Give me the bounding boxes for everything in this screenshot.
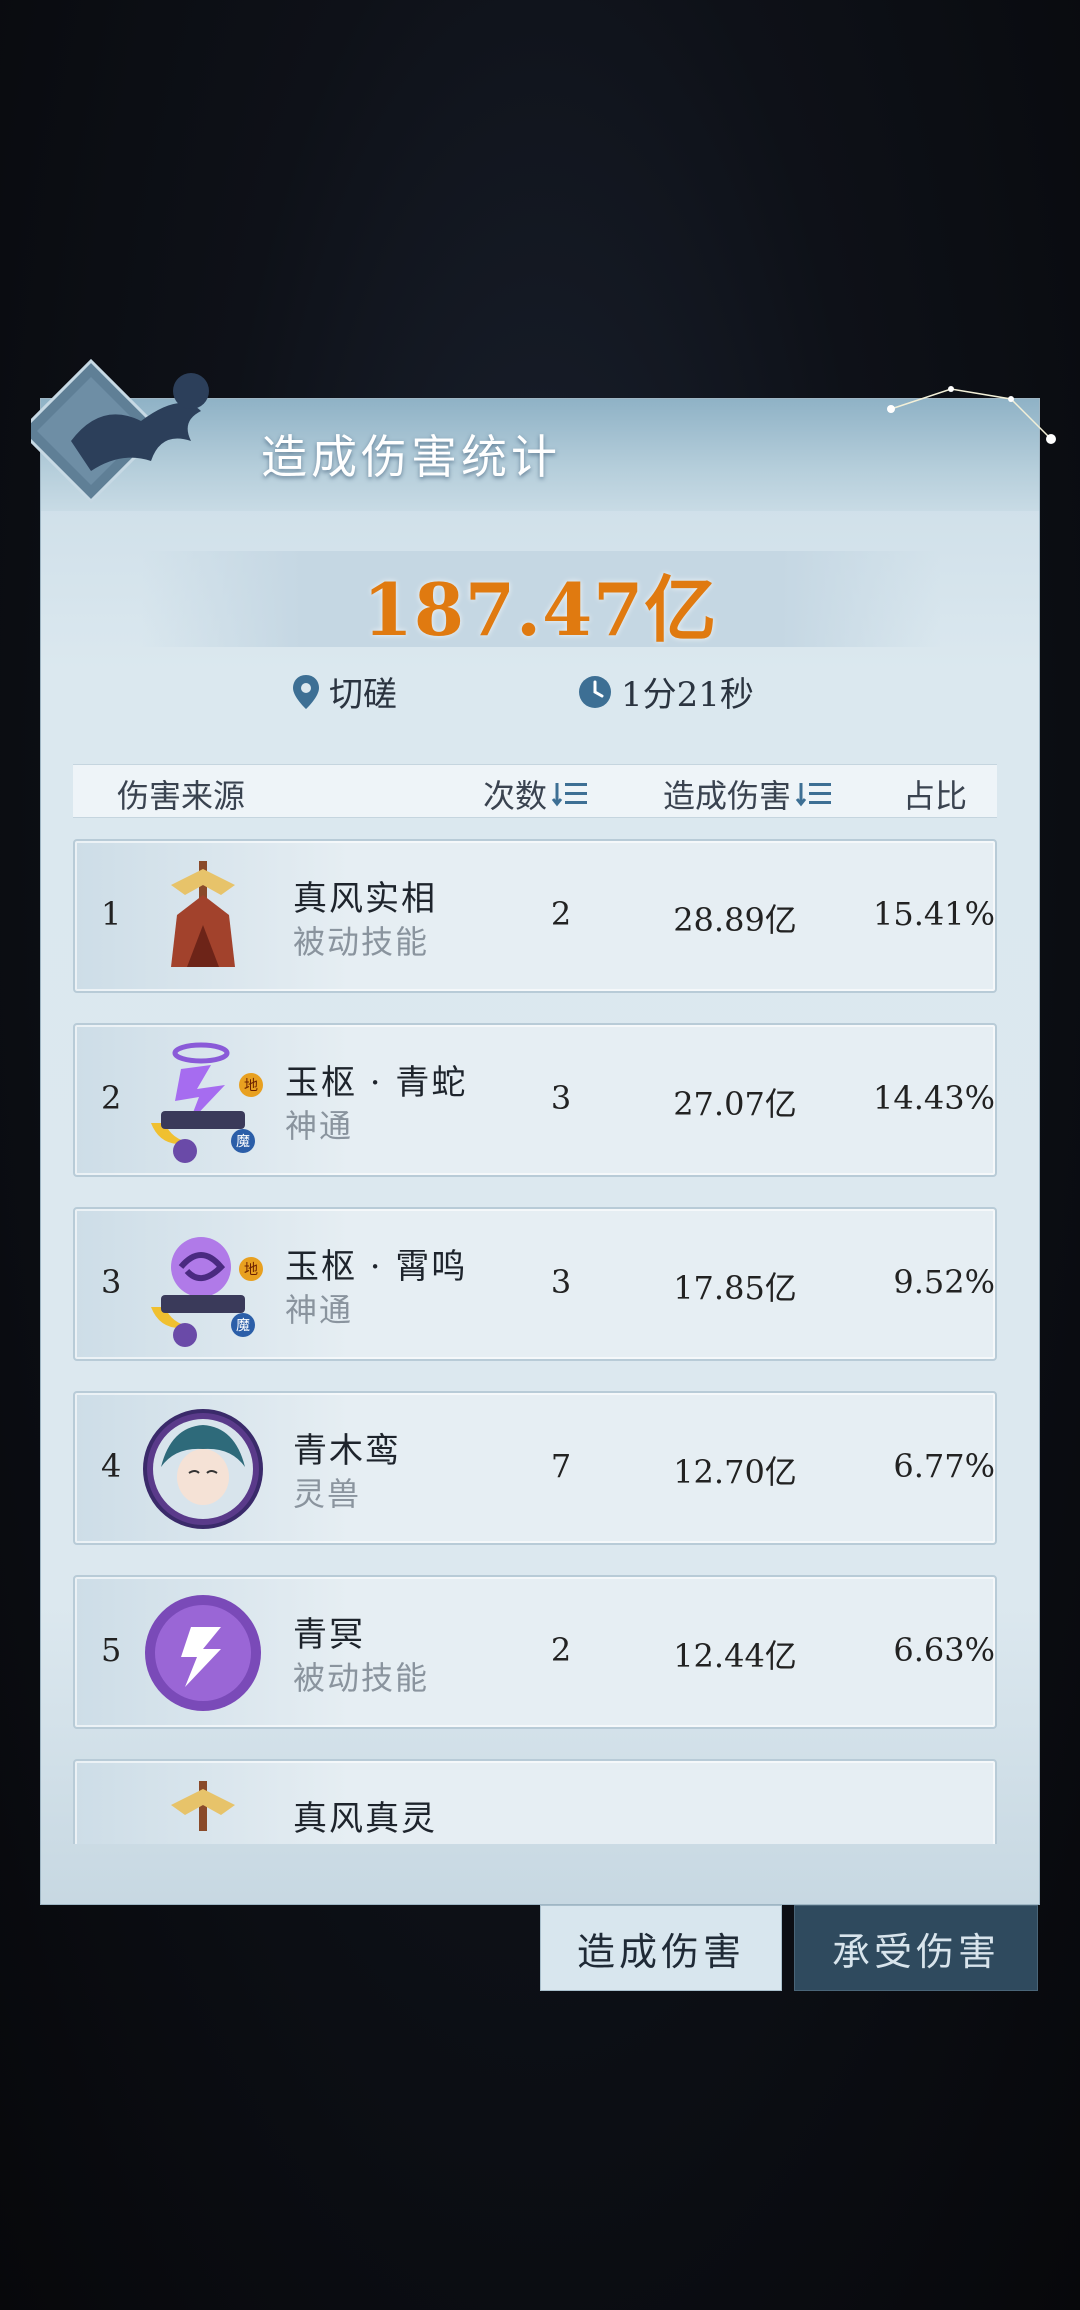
tab-damage-taken[interactable]: 承受伤害 bbox=[794, 1905, 1038, 1991]
row-damage: 27.07亿 bbox=[673, 1085, 797, 1123]
row-name: 青木鸾 bbox=[293, 1431, 401, 1471]
header-ratio: 占比 bbox=[903, 777, 968, 815]
damage-stats-panel: 造成伤害统计 187.47亿 切磋 1分21秒 伤害来源 次数 造成伤害 占比 … bbox=[31, 358, 1056, 1905]
row-type: 被动技能 bbox=[293, 1659, 430, 1697]
table-header: 伤害来源 次数 造成伤害 占比 bbox=[73, 764, 997, 818]
row-damage: 12.70亿 bbox=[673, 1453, 797, 1491]
row-rank: 1 bbox=[101, 895, 122, 933]
sort-icon bbox=[551, 783, 588, 807]
header-damage[interactable]: 造成伤害 bbox=[663, 771, 835, 817]
spirit-beast-avatar-icon bbox=[143, 1409, 263, 1529]
row-ratio: 14.43% bbox=[872, 1079, 995, 1117]
row-damage: 28.89亿 bbox=[673, 901, 797, 939]
row-name: 真风实相 bbox=[293, 879, 437, 919]
row-type: 被动技能 bbox=[293, 923, 430, 961]
panel-title: 造成伤害统计 bbox=[261, 430, 561, 484]
total-damage-value: 187.47亿 bbox=[362, 567, 718, 652]
purple-lightning-orb-icon bbox=[145, 1595, 261, 1711]
row-rank: 5 bbox=[101, 1631, 122, 1669]
header-damage-label: 造成伤害 bbox=[663, 777, 792, 815]
row-count: 7 bbox=[550, 1447, 572, 1485]
beast-emblem-icon bbox=[31, 358, 209, 504]
row-damage: 17.85亿 bbox=[673, 1269, 797, 1307]
row-name: 玉枢 · 青蛇 bbox=[285, 1063, 468, 1103]
wind-sword-icon bbox=[171, 1781, 235, 1831]
demon-badge: 魔 bbox=[236, 1318, 250, 1334]
sort-icon bbox=[795, 783, 832, 807]
constellation-icon bbox=[887, 386, 1056, 444]
duration-text: 1分21秒 bbox=[621, 675, 754, 715]
location-text: 切磋 bbox=[329, 675, 397, 715]
header-source: 伤害来源 bbox=[117, 777, 246, 815]
row-ratio: 9.52% bbox=[893, 1263, 995, 1301]
row-ratio: 15.41% bbox=[872, 895, 995, 933]
row-name: 青冥 bbox=[293, 1615, 365, 1655]
tab-damage-dealt[interactable]: 造成伤害 bbox=[540, 1905, 782, 1991]
table-row[interactable]: 1 真风实相 被动技能 2 28.89亿 15.41% bbox=[73, 839, 997, 993]
row-damage: 12.44亿 bbox=[673, 1637, 797, 1675]
clock-icon bbox=[579, 675, 611, 708]
row-type: 神通 bbox=[285, 1291, 354, 1329]
demon-badge: 魔 bbox=[236, 1134, 250, 1150]
duration-info: 1分21秒 bbox=[577, 667, 754, 716]
row-rank: 3 bbox=[101, 1263, 122, 1301]
table-row[interactable]: 3 地 魔 玉枢 · 霄鸣 神通 3 17.85亿 9.52% bbox=[73, 1207, 997, 1361]
location-info: 切磋 bbox=[291, 667, 397, 716]
location-pin-icon bbox=[293, 674, 319, 709]
table-row[interactable]: 2 地 魔 玉枢 · 青蛇 神通 3 27.07亿 14.43% bbox=[73, 1023, 997, 1177]
row-type: 神通 bbox=[285, 1107, 354, 1145]
row-ratio: 6.63% bbox=[893, 1631, 995, 1669]
purple-lightning-artifact-icon: 地 魔 bbox=[151, 1042, 263, 1163]
wind-sword-icon bbox=[171, 861, 235, 967]
row-rank: 4 bbox=[101, 1447, 122, 1485]
table-row[interactable]: 真风真灵 bbox=[73, 1759, 997, 1844]
header-count[interactable]: 次数 bbox=[483, 771, 591, 817]
row-ratio: 6.77% bbox=[893, 1447, 995, 1485]
row-type: 灵兽 bbox=[293, 1475, 362, 1513]
table-row[interactable]: 4 青木鸾 灵兽 7 12.70亿 6.77% bbox=[73, 1391, 997, 1545]
purple-vortex-artifact-icon: 地 魔 bbox=[151, 1237, 263, 1347]
row-count: 3 bbox=[550, 1079, 572, 1117]
row-name: 玉枢 · 霄鸣 bbox=[285, 1247, 468, 1287]
damage-list[interactable]: 1 真风实相 被动技能 2 28.89亿 15.41% 2 地 魔 玉枢 · 青… bbox=[41, 839, 1039, 1844]
header-count-label: 次数 bbox=[483, 777, 548, 815]
row-count: 2 bbox=[550, 895, 572, 933]
row-rank: 2 bbox=[101, 1079, 122, 1117]
row-count: 3 bbox=[550, 1263, 572, 1301]
table-row[interactable]: 5 青冥 被动技能 2 12.44亿 6.63% bbox=[73, 1575, 997, 1729]
earth-badge: 地 bbox=[244, 1078, 258, 1094]
row-count: 2 bbox=[550, 1631, 572, 1669]
row-name: 真风真灵 bbox=[293, 1799, 437, 1839]
earth-badge: 地 bbox=[244, 1262, 258, 1278]
